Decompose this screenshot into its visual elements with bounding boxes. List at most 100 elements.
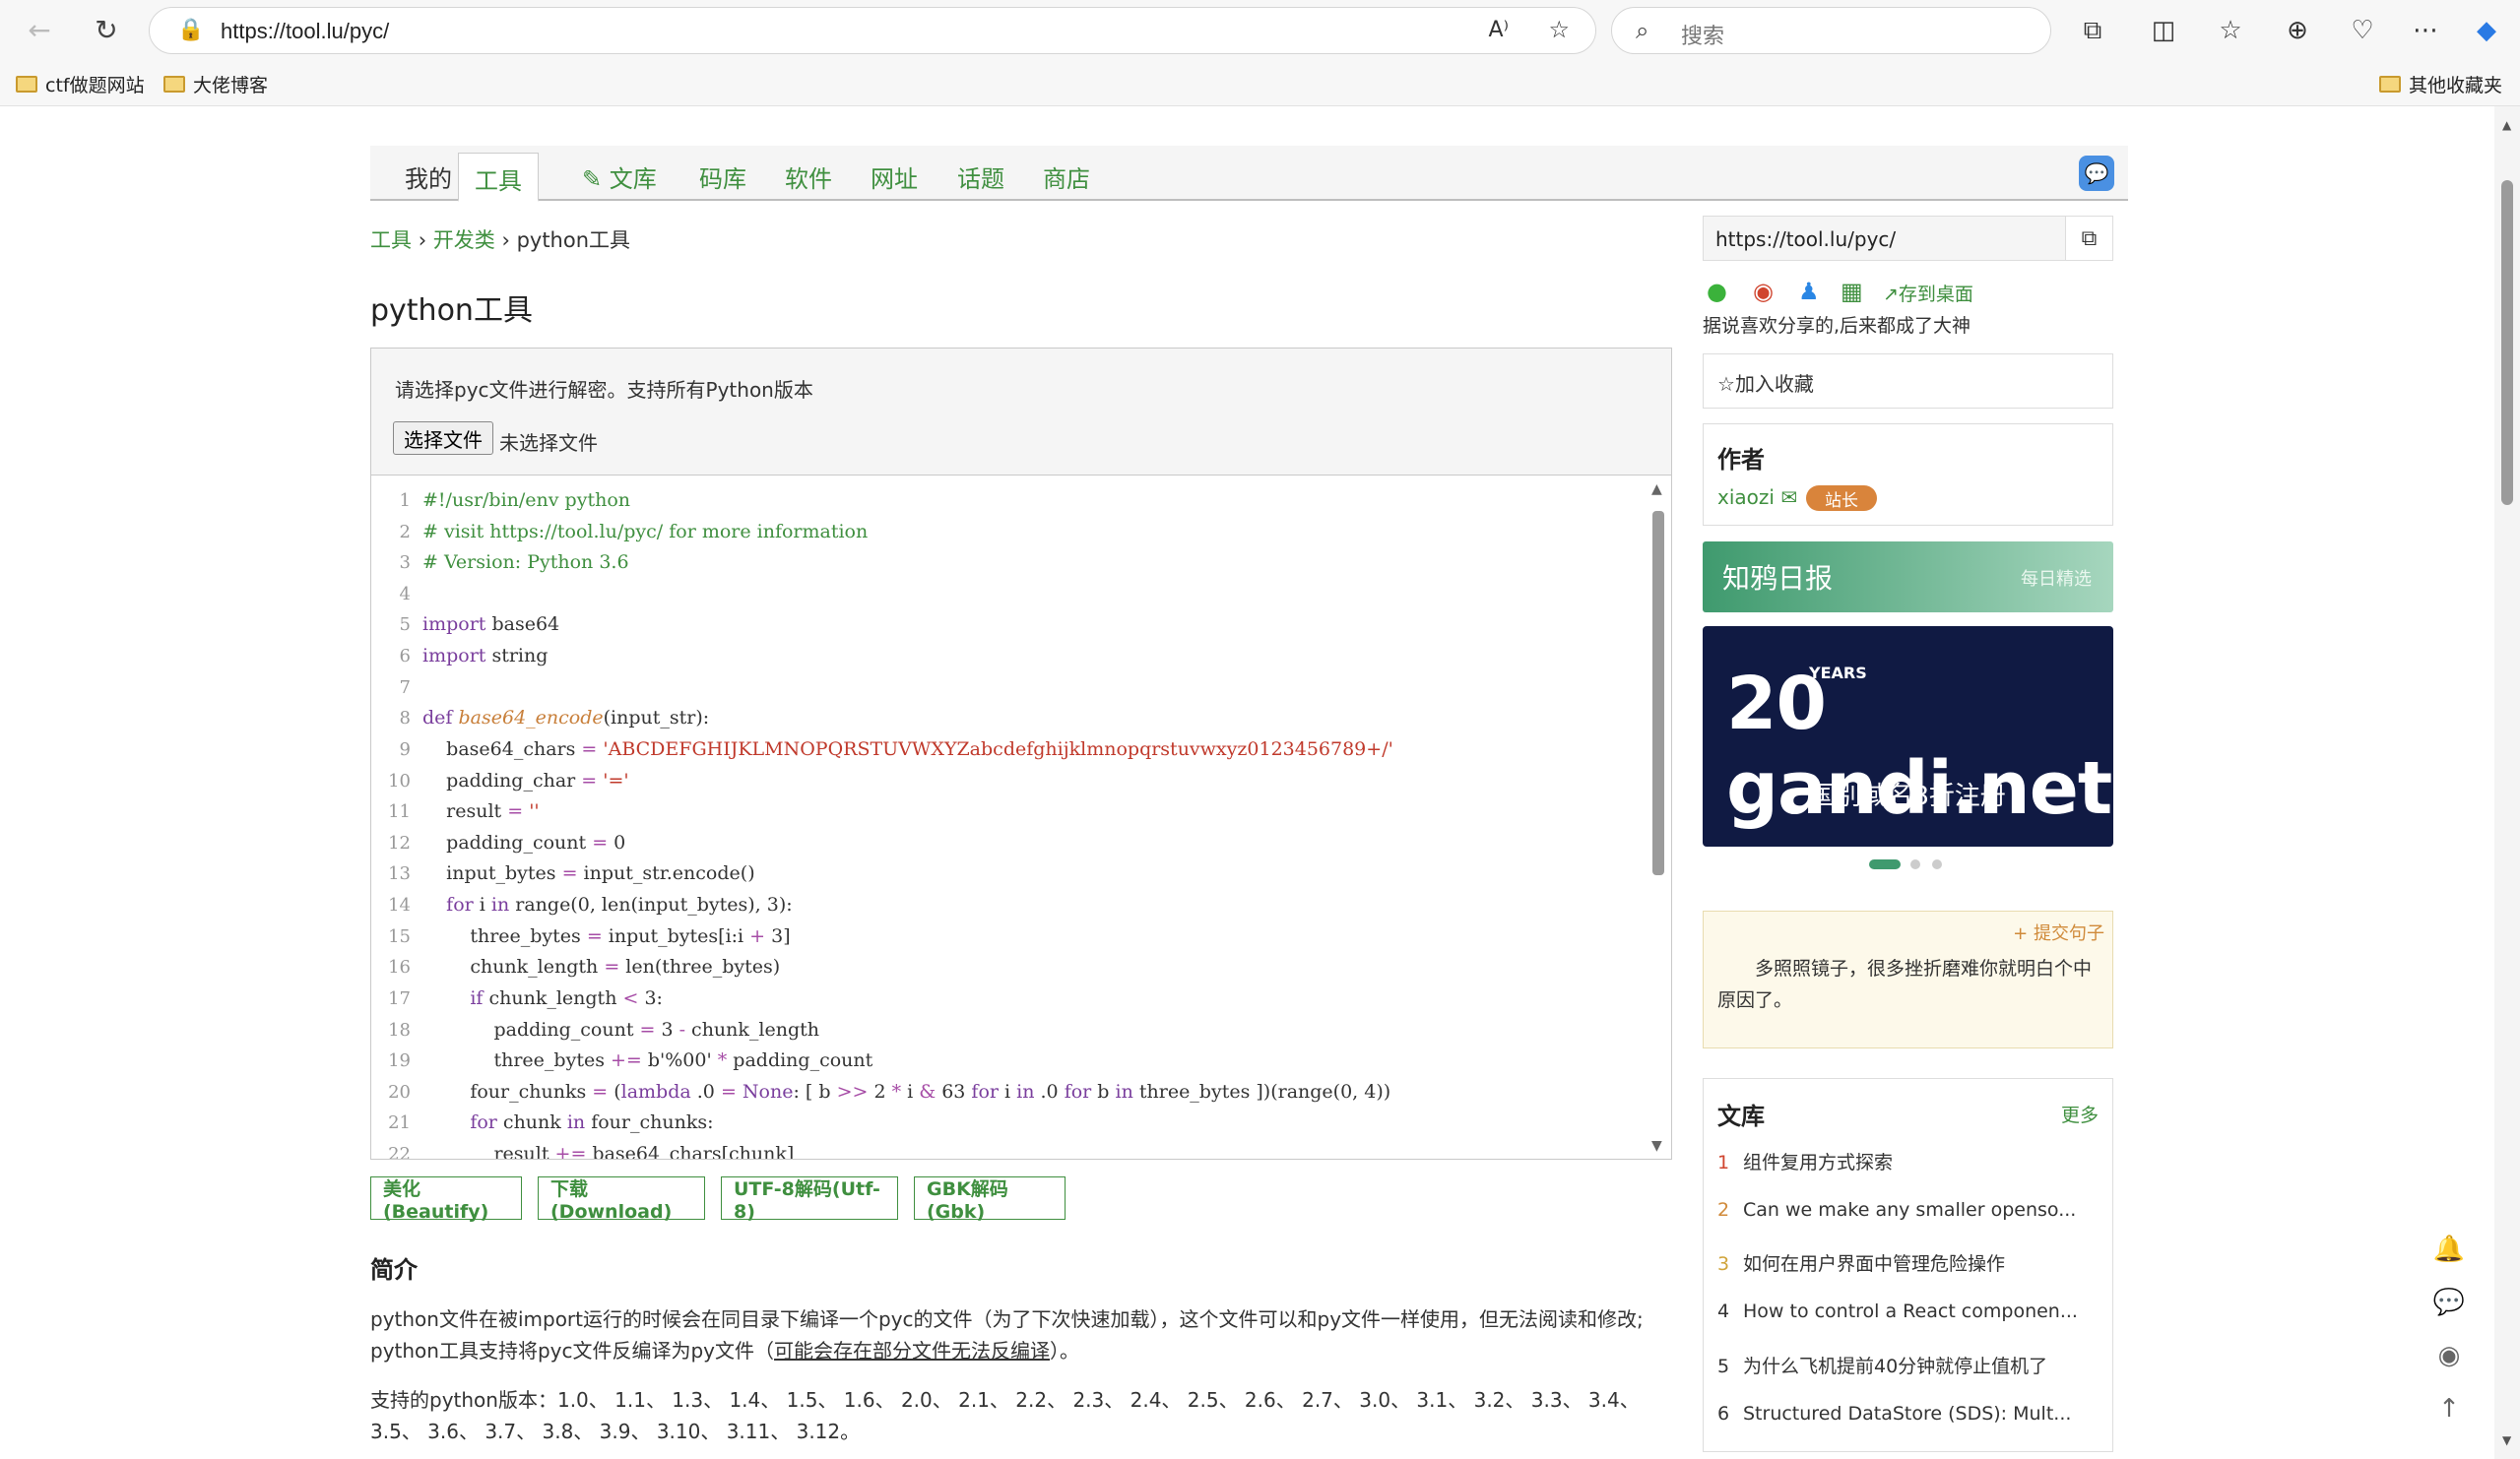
weibo-icon[interactable]: ◉: [1753, 278, 1774, 305]
code-text: padding_count = 0: [422, 831, 626, 854]
download-button[interactable]: 下载(Download): [538, 1176, 705, 1223]
save-desktop-link[interactable]: ↗存到桌面: [1883, 280, 1973, 306]
choose-file-button[interactable]: 选择文件: [393, 421, 493, 455]
chat-icon[interactable]: 💬: [2079, 156, 2114, 191]
share-url-box: https://tool.lu/pyc/ ⧉: [1703, 216, 2113, 261]
code-text: if chunk_length < 3:: [470, 986, 663, 1009]
carousel-dot-active[interactable]: [1869, 859, 1901, 869]
library-item[interactable]: 1 组件复用方式探索: [1717, 1148, 1893, 1174]
breadcrumb-tools[interactable]: 工具: [370, 228, 412, 252]
library-item-number: 3: [1717, 1253, 1730, 1276]
code-text: result = '': [422, 800, 540, 823]
author-link[interactable]: xiaozi ✉: [1717, 485, 1797, 509]
decompile-note-link[interactable]: 可能会存在部分文件无法反编译: [774, 1339, 1050, 1363]
library-item-title: 为什么飞机提前40分钟就停止值机了: [1743, 1355, 2048, 1377]
extensions-icon[interactable]: ⧉: [2076, 14, 2109, 47]
utf8-decode-button[interactable]: UTF-8解码(Utf-8): [721, 1176, 898, 1223]
tab-sites[interactable]: 网址: [871, 159, 918, 194]
bookmark-blog[interactable]: 大佬博客: [163, 69, 268, 98]
url-text[interactable]: https://tool.lu/pyc/: [221, 19, 389, 44]
breadcrumb-category[interactable]: 开发类: [433, 228, 495, 252]
bookmark-ctf[interactable]: ctf做题网站: [16, 69, 145, 98]
bookmark-label: 大佬博客: [193, 74, 269, 96]
line-number: 8: [399, 708, 411, 730]
tab-topics[interactable]: 话题: [957, 159, 1004, 194]
quote-panel: + 提交句子 多照照镜子，很多挫折磨难你就明白个中原因了。: [1703, 911, 2113, 1048]
code-text: padding_count = 3 - chunk_length: [422, 1018, 820, 1041]
library-item[interactable]: 5 为什么飞机提前40分钟就停止值机了: [1717, 1352, 2047, 1378]
code-text: input_bytes = input_str.encode(): [422, 862, 755, 885]
library-item-title: Can we make any smaller openso...: [1743, 1198, 2077, 1221]
back-icon[interactable]: ←: [22, 12, 57, 47]
breadcrumb-separator: ›: [418, 228, 427, 252]
line-number: 22: [388, 1144, 411, 1160]
tab-code[interactable]: 码库: [699, 159, 746, 194]
breadcrumb-current: python工具: [516, 228, 631, 252]
carousel-dot[interactable]: [1932, 859, 1942, 869]
refresh-icon[interactable]: ↻: [89, 12, 124, 47]
favorite-star-icon[interactable]: ☆: [1548, 16, 1570, 43]
split-screen-icon[interactable]: ◫: [2147, 14, 2180, 47]
library-item[interactable]: 4 How to control a React componen...: [1717, 1300, 2078, 1322]
collections-icon[interactable]: ⊕: [2281, 14, 2314, 47]
editor-scroll-down-icon[interactable]: ▼: [1651, 1138, 1662, 1154]
search-input[interactable]: 搜索: [1681, 19, 1724, 50]
carousel-dot[interactable]: [1910, 859, 1920, 869]
address-bar[interactable]: 🔒 https://tool.lu/pyc/ A⁾ ☆: [149, 7, 1596, 54]
beautify-button[interactable]: 美化(Beautify): [370, 1176, 522, 1223]
intro-paragraph-2: python工具支持将pyc文件反编译为py文件（可能会存在部分文件无法反编译）…: [370, 1335, 1079, 1366]
tab-shop[interactable]: 商店: [1043, 159, 1090, 194]
read-aloud-icon[interactable]: A⁾: [1489, 18, 1509, 42]
gandi-ad[interactable]: 20 gandi.net YEARS 国别域名8折注册: [1703, 626, 2113, 847]
gbk-decode-button[interactable]: GBK解码(Gbk): [914, 1176, 1066, 1223]
editor-scroll-thumb[interactable]: [1652, 511, 1664, 875]
line-number: 20: [388, 1081, 411, 1103]
scroll-down-icon[interactable]: ▼: [2502, 1433, 2511, 1447]
folder-icon: [163, 75, 185, 93]
breadcrumb-separator: ›: [501, 228, 510, 252]
page-scroll-thumb[interactable]: [2501, 180, 2513, 505]
library-item[interactable]: 2 Can we make any smaller openso...: [1717, 1199, 2076, 1221]
library-item[interactable]: 6 Structured DataStore (SDS): Mult...: [1717, 1403, 2071, 1425]
add-favorite-button[interactable]: ☆加入收藏: [1703, 353, 2113, 409]
tab-software[interactable]: 软件: [785, 159, 832, 194]
external-link-icon: ↗: [1883, 284, 1899, 305]
more-menu-icon[interactable]: ⋯: [2409, 14, 2442, 47]
back-to-top-icon[interactable]: ↑: [2432, 1392, 2466, 1426]
tab-library[interactable]: ✎ 文库: [582, 159, 657, 194]
copilot-icon[interactable]: ◆: [2470, 14, 2503, 47]
line-number: 7: [399, 676, 411, 698]
site-nav: 我的 工具 ✎ 文库 码库 软件 网址 话题 商店: [370, 146, 2128, 202]
star-icon: ☆: [1717, 372, 1735, 396]
favorites-icon[interactable]: ☆: [2214, 14, 2247, 47]
library-item[interactable]: 3 如何在用户界面中管理危险操作: [1717, 1249, 2005, 1276]
line-number: 4: [399, 583, 411, 604]
tab-tools[interactable]: 工具: [458, 153, 539, 202]
editor-scrollbar[interactable]: ▲ ▼: [1648, 476, 1671, 1159]
search-box[interactable]: ⌕ 搜索: [1611, 7, 2051, 54]
library-panel: 文库 更多 1 组件复用方式探索 2 Can we make any smaller …: [1703, 1078, 2113, 1452]
mail-icon[interactable]: ✉: [1780, 485, 1797, 509]
weibo-float-icon[interactable]: ◉: [2432, 1339, 2466, 1372]
library-more-link[interactable]: 更多: [2061, 1101, 2099, 1127]
tab-mine[interactable]: 我的: [405, 159, 452, 194]
submit-quote-link[interactable]: + 提交句子: [2013, 920, 2104, 945]
page-title: python工具: [370, 293, 533, 328]
copy-icon[interactable]: ⧉: [2065, 217, 2112, 260]
daily-news-banner[interactable]: 知鸦日报 每日精选: [1703, 541, 2113, 612]
author-name: xiaozi: [1717, 485, 1775, 509]
editor-scroll-up-icon[interactable]: ▲: [1651, 481, 1662, 497]
bell-icon[interactable]: 🔔: [2432, 1233, 2466, 1266]
share-url[interactable]: https://tool.lu/pyc/: [1715, 227, 1896, 251]
page-scrollbar[interactable]: ▲ ▼: [2494, 106, 2520, 1459]
wechat-icon[interactable]: ●: [1707, 278, 1727, 305]
browser-toolbar: ← ↻ 🔒 https://tool.lu/pyc/ A⁾ ☆ ⌕ 搜索 ⧉ ◫…: [0, 0, 2520, 61]
wechat-float-icon[interactable]: 💬: [2432, 1286, 2466, 1319]
bookmark-other[interactable]: 其他收藏夹: [2379, 69, 2502, 98]
upload-panel: 请选择pyc文件进行解密。支持所有Python版本 选择文件 未选择文件: [370, 348, 1672, 476]
code-editor[interactable]: 1 #!/usr/bin/env python 2 # visit https://t…: [370, 476, 1672, 1160]
qrcode-icon[interactable]: ▦: [1841, 278, 1863, 305]
scroll-up-icon[interactable]: ▲: [2502, 118, 2511, 132]
qq-icon[interactable]: ♟: [1798, 278, 1820, 305]
browser-essentials-icon[interactable]: ♡: [2346, 14, 2379, 47]
